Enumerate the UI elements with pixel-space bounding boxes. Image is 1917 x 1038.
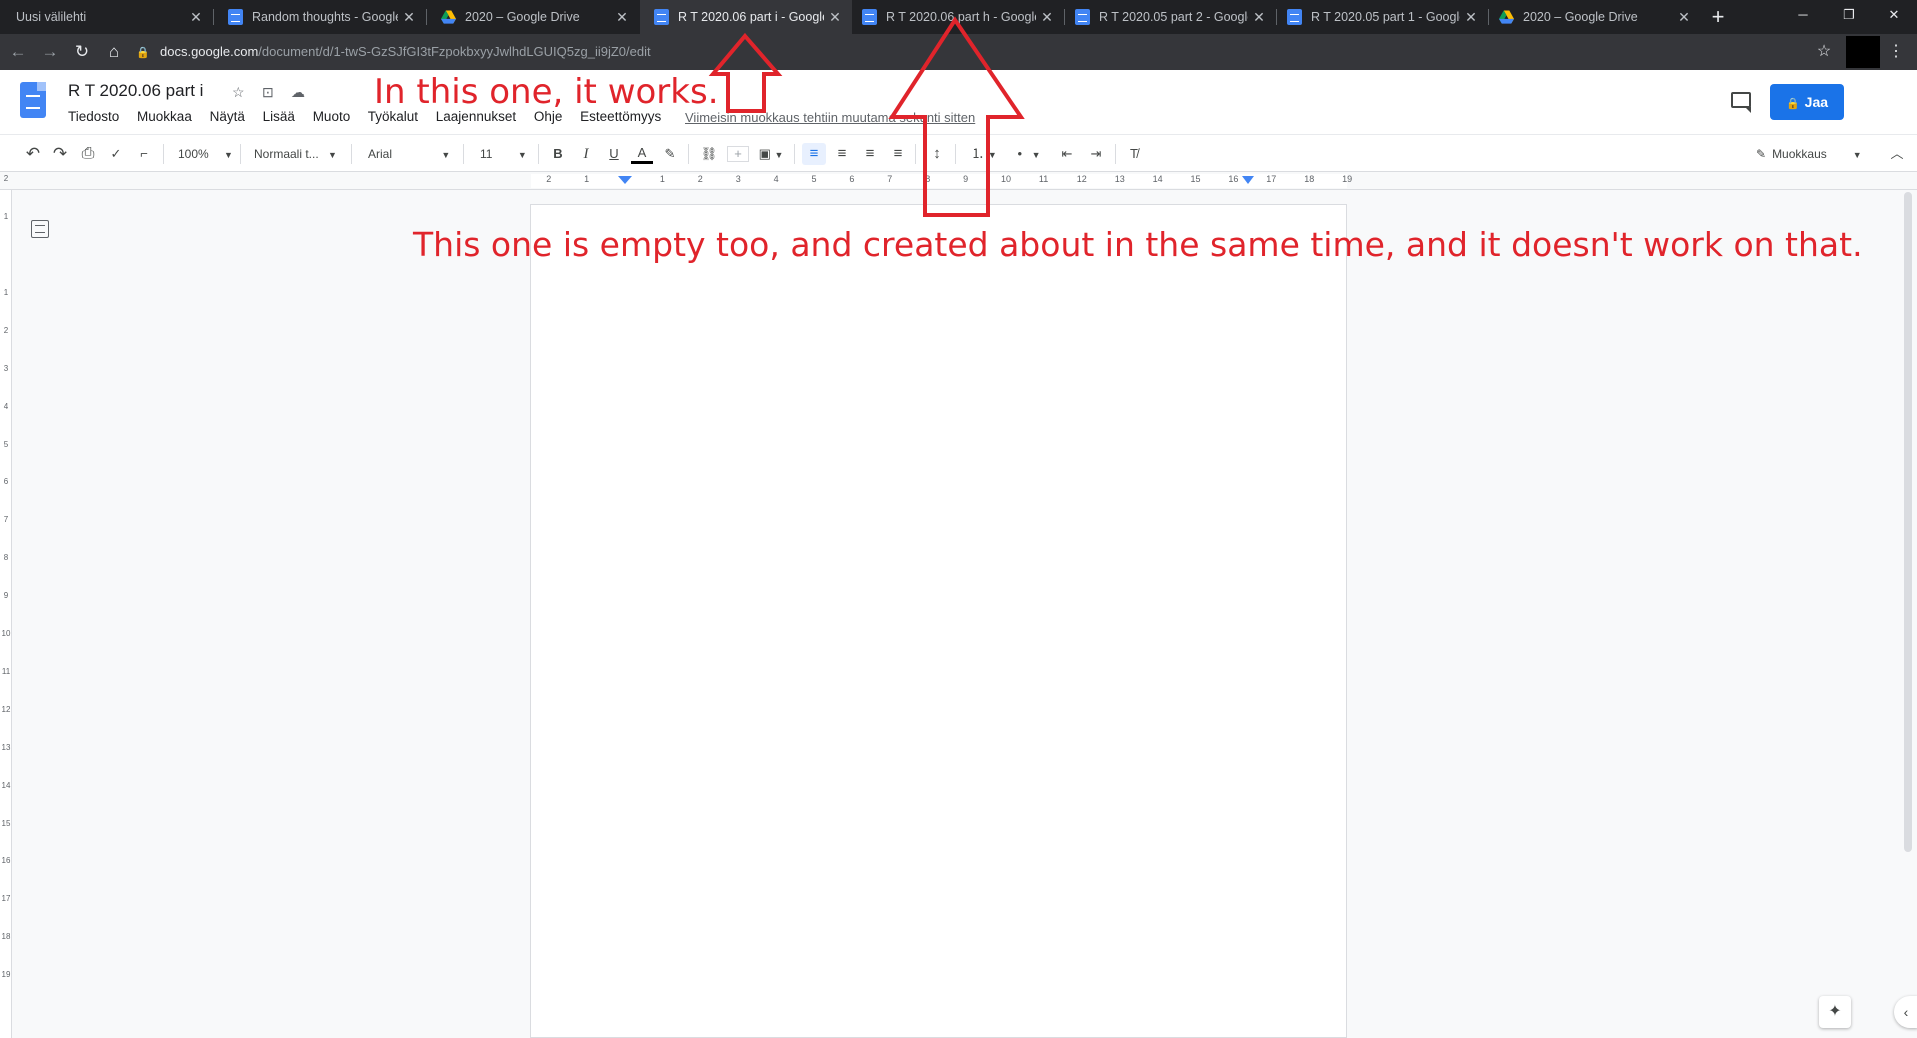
annotation-overlay [708, 16, 1025, 217]
arrow-up-small [708, 32, 783, 113]
arrow-up-large [888, 16, 1025, 217]
annotation-not-work-text: This one is empty too, and created about… [413, 225, 1863, 264]
screen: Uusi välilehti ✕ Random thoughts - Googl… [0, 0, 1917, 1038]
annotation-works-text: In this one, it works. [374, 72, 719, 112]
